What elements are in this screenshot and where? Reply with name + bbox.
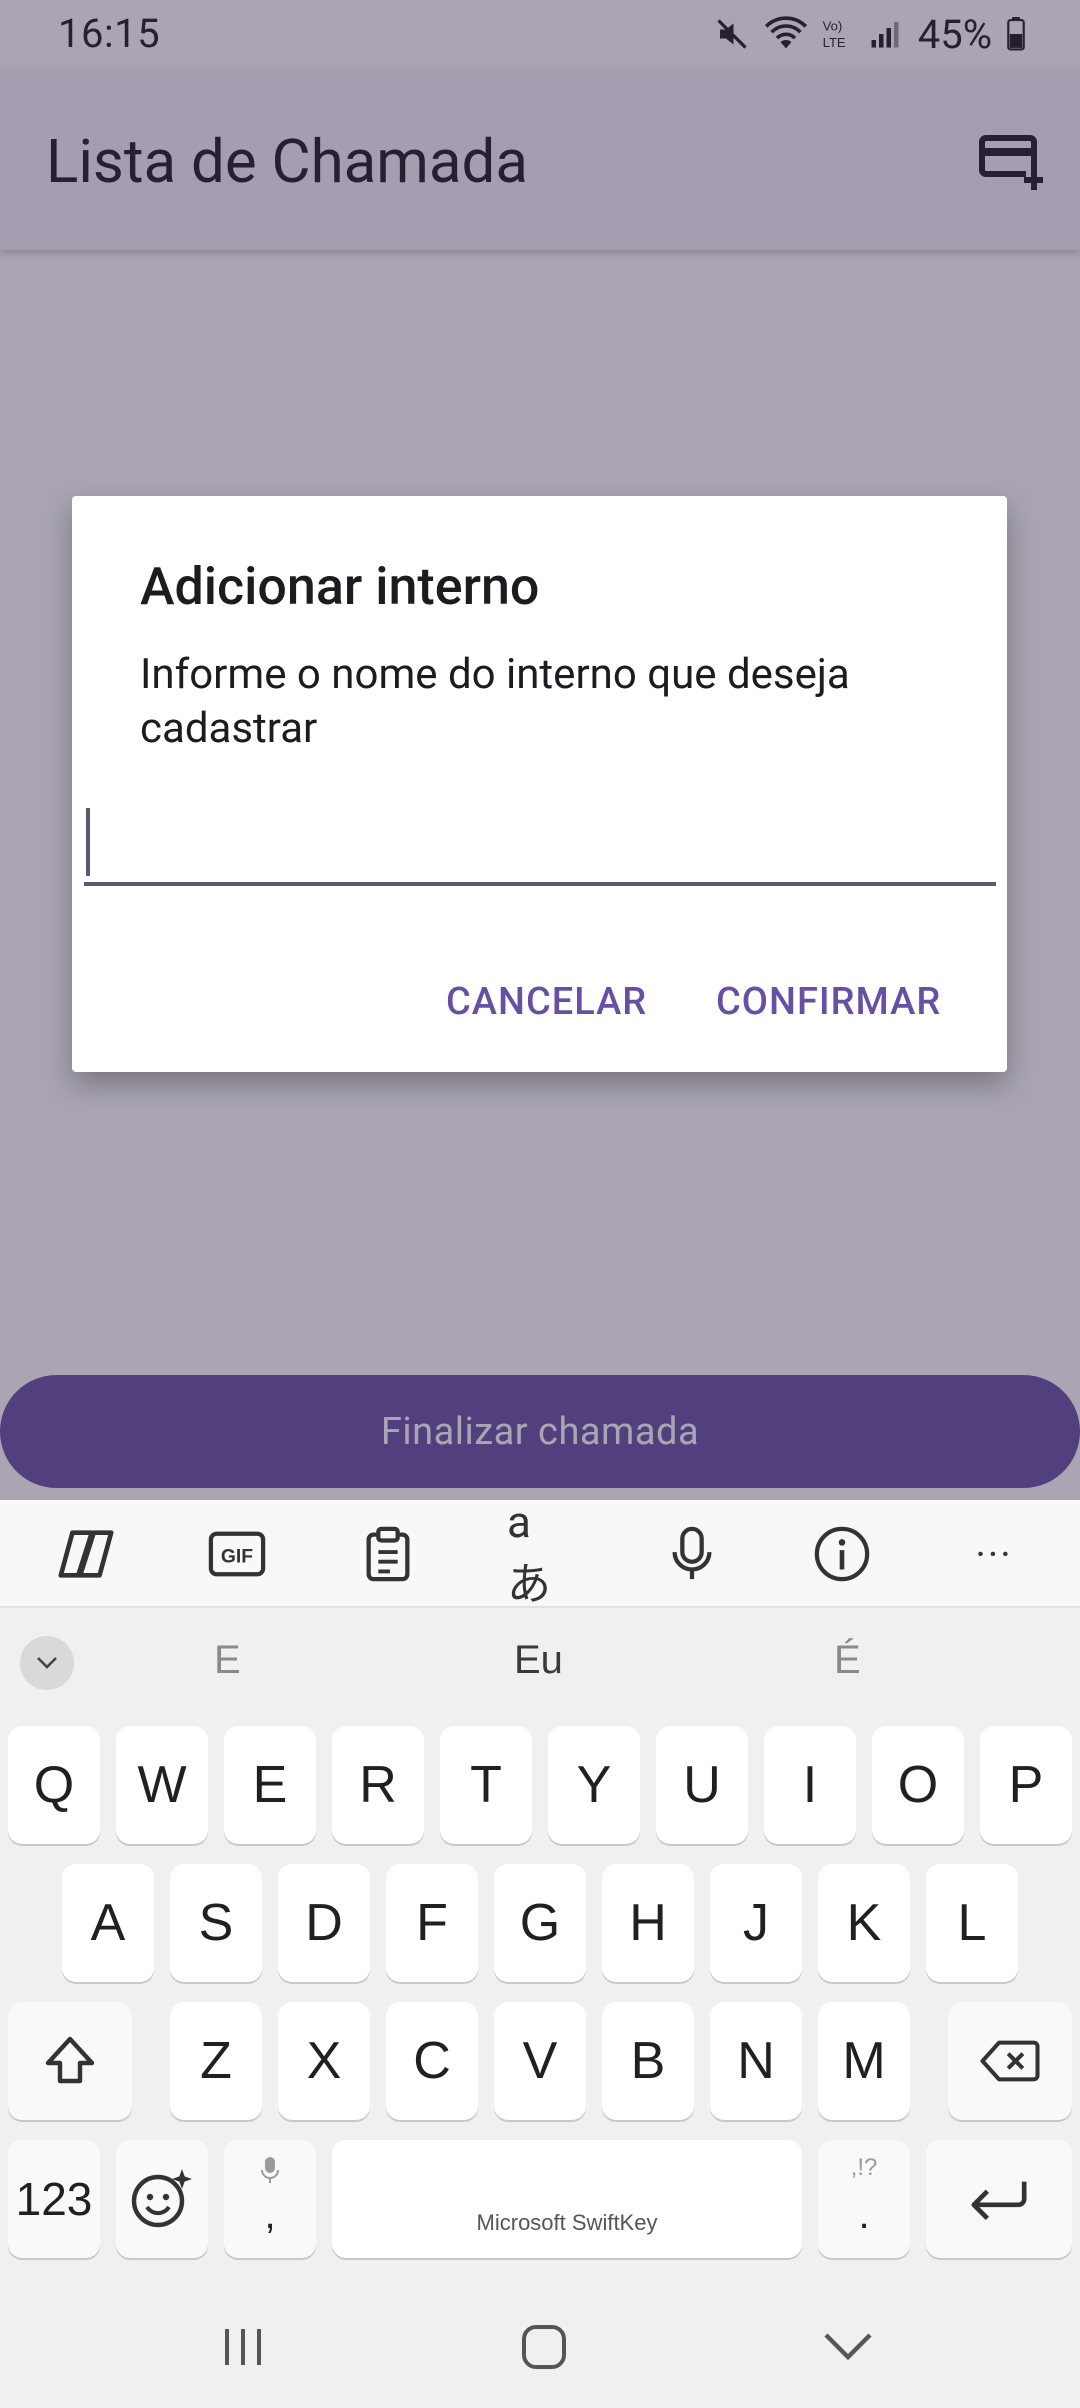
key-o[interactable]: O: [872, 1726, 964, 1844]
more-label: ···: [975, 1530, 1013, 1578]
key-z[interactable]: Z: [170, 2002, 262, 2120]
hide-keyboard-button[interactable]: [808, 2312, 888, 2382]
copilot-icon[interactable]: [54, 1522, 118, 1586]
period-key[interactable]: ,!? .: [818, 2140, 910, 2258]
key-j[interactable]: J: [710, 1864, 802, 1982]
system-nav-bar: [0, 2290, 1080, 2408]
key-b[interactable]: B: [602, 2002, 694, 2120]
shift-icon: [45, 2036, 95, 2084]
gif-label: GIF: [221, 1547, 253, 1568]
key-s[interactable]: S: [170, 1864, 262, 1982]
clipboard-icon[interactable]: [356, 1522, 420, 1586]
key-l[interactable]: L: [926, 1864, 1018, 1982]
key-m[interactable]: M: [818, 2002, 910, 2120]
key-h[interactable]: H: [602, 1864, 694, 1982]
translate-icon[interactable]: aあ: [507, 1496, 571, 1610]
chevron-down-icon: [824, 2333, 872, 2361]
backspace-key[interactable]: [948, 2002, 1072, 2120]
recent-apps-button[interactable]: [203, 2312, 283, 2382]
key-u[interactable]: U: [656, 1726, 748, 1844]
key-x[interactable]: X: [278, 2002, 370, 2120]
backspace-icon: [980, 2040, 1040, 2082]
gif-icon[interactable]: GIF: [205, 1522, 269, 1586]
key-p[interactable]: P: [980, 1726, 1072, 1844]
shift-key[interactable]: [8, 2002, 132, 2120]
suggestion-left[interactable]: E: [214, 1638, 241, 1683]
key-f[interactable]: F: [386, 1864, 478, 1982]
mic-icon[interactable]: [660, 1522, 724, 1586]
key-e[interactable]: E: [224, 1726, 316, 1844]
space-key[interactable]: Microsoft SwiftKey: [332, 2140, 802, 2258]
home-icon: [522, 2325, 566, 2369]
key-i[interactable]: I: [764, 1726, 856, 1844]
key-w[interactable]: W: [116, 1726, 208, 1844]
key-q[interactable]: Q: [8, 1726, 100, 1844]
suggestion-right[interactable]: É: [834, 1638, 861, 1683]
comma-key[interactable]: ,: [224, 2140, 316, 2258]
enter-icon: [971, 2181, 1027, 2221]
dialog-title: Adicionar interno: [140, 556, 540, 617]
key-r[interactable]: R: [332, 1726, 424, 1844]
keyboard-toolbar: GIF aあ ···: [0, 1496, 1080, 1610]
punct-hint: ,!?: [850, 2154, 878, 2181]
recent-apps-icon: [225, 2329, 261, 2365]
suggestion-bar: E Eu É: [0, 1610, 1080, 1716]
numbers-key[interactable]: 123: [8, 2140, 100, 2258]
swiftkey-keyboard: GIF aあ ··· E Eu É Q W E R T Y U I O P A …: [0, 1496, 1080, 2408]
key-k[interactable]: K: [818, 1864, 910, 1982]
key-y[interactable]: Y: [548, 1726, 640, 1844]
enter-key[interactable]: [926, 2140, 1072, 2258]
key-a[interactable]: A: [62, 1864, 154, 1982]
period-label: .: [858, 2193, 870, 2237]
mic-hint-icon: [261, 2157, 279, 2183]
key-n[interactable]: N: [710, 2002, 802, 2120]
dialog-message: Informe o nome do interno que deseja cad…: [140, 650, 850, 753]
cancel-button[interactable]: CANCELAR: [446, 972, 647, 1032]
info-icon[interactable]: [810, 1522, 874, 1586]
intern-name-input[interactable]: [84, 796, 996, 886]
chevron-down-icon: [37, 1657, 57, 1669]
emoji-icon: [131, 2169, 192, 2228]
translate-label: aあ: [507, 1496, 551, 1610]
key-c[interactable]: C: [386, 2002, 478, 2120]
key-t[interactable]: T: [440, 1726, 532, 1844]
key-d[interactable]: D: [278, 1864, 370, 1982]
confirm-button[interactable]: CONFIRMAR: [716, 972, 941, 1032]
emoji-key[interactable]: [116, 2140, 208, 2258]
more-icon[interactable]: ···: [962, 1522, 1026, 1586]
key-v[interactable]: V: [494, 2002, 586, 2120]
comma-label: ,: [264, 2193, 276, 2237]
key-g[interactable]: G: [494, 1864, 586, 1982]
collapse-suggestions-button[interactable]: [20, 1636, 74, 1690]
suggestion-center[interactable]: Eu: [514, 1638, 563, 1683]
add-intern-dialog: Adicionar interno Informe o nome do inte…: [72, 496, 1007, 1072]
text-cursor: [86, 808, 90, 876]
home-button[interactable]: [504, 2312, 584, 2382]
space-label: Microsoft SwiftKey: [476, 2210, 658, 2235]
